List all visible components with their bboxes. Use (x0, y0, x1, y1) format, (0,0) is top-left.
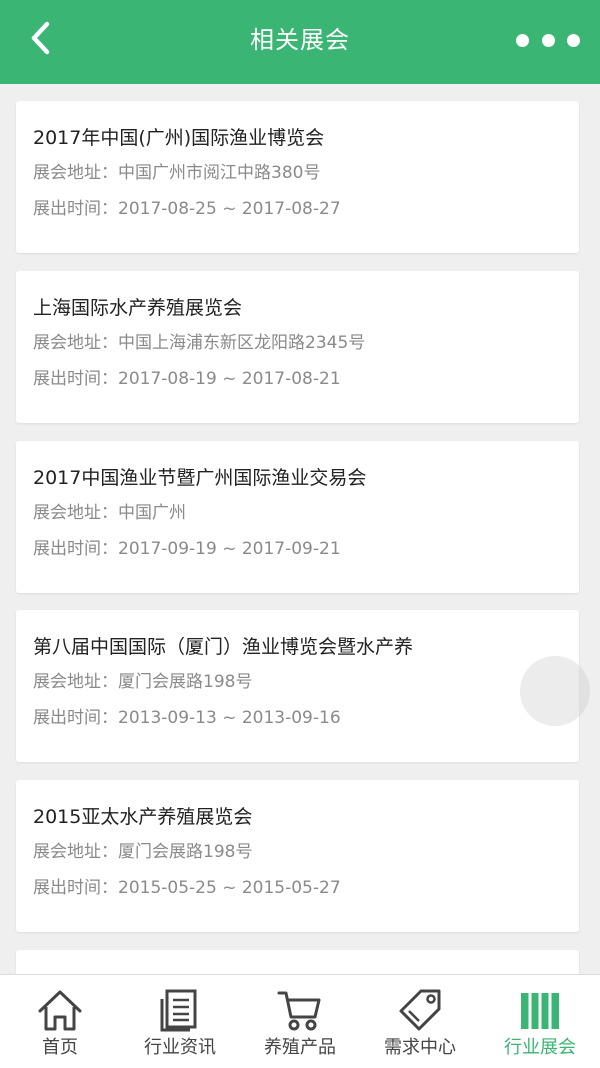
exhibition-address: 展会地址：中国广州 (33, 503, 186, 523)
exhibition-title: 第八届中国国际（厦门）渔业博览会暨水产养 (33, 636, 414, 658)
tab-label: 需求中心 (384, 1037, 456, 1058)
tag-icon (399, 989, 441, 1031)
more-dot-icon (516, 33, 529, 47)
exhibition-card[interactable]: 2015亚太水产养殖展览会 展会地址：厦门会展路198号 展出时间：2015-0… (16, 780, 579, 932)
exhibition-address: 展会地址：中国广州市阅江中路380号 (33, 163, 321, 183)
exhibition-time: 展出时间：2017-08-19 ~ 2017-08-21 (33, 369, 341, 389)
exhibition-address: 展会地址：厦门会展路198号 (33, 672, 253, 692)
exhibition-address: 展会地址：中国上海浦东新区龙阳路2345号 (33, 333, 366, 353)
tab-demand[interactable]: 需求中心 (360, 975, 480, 1068)
tab-label: 首页 (42, 1037, 78, 1058)
exhibition-icon (521, 993, 559, 1029)
floating-assist-button[interactable] (520, 656, 590, 726)
tab-label: 行业展会 (504, 1037, 576, 1058)
exhibition-time: 展出时间：2013-09-13 ~ 2013-09-16 (33, 708, 341, 728)
tab-label: 养殖产品 (264, 1037, 336, 1058)
tab-exhibition[interactable]: 行业展会 (480, 975, 600, 1068)
page-title: 相关展会 (250, 26, 350, 54)
exhibition-time: 展出时间：2015-05-25 ~ 2015-05-27 (33, 878, 341, 898)
exhibition-title: 2017年中国(广州)国际渔业博览会 (33, 127, 325, 149)
cart-icon (277, 991, 321, 1031)
exhibition-title: 2015亚太水产养殖展览会 (33, 806, 253, 828)
exhibition-card[interactable]: 第八届中国国际（厦门）渔业博览会暨水产养 展会地址：厦门会展路198号 展出时间… (16, 610, 579, 762)
more-dot-icon (567, 33, 580, 47)
tab-news[interactable]: 行业资讯 (120, 975, 240, 1068)
chevron-left-icon (31, 21, 50, 55)
exhibition-time: 展出时间：2017-08-25 ~ 2017-08-27 (33, 199, 341, 219)
bottom-tab-bar: 首页 行业资讯 养殖产品 需求中心 行业展会 (0, 974, 600, 1068)
exhibition-card[interactable]: 上海国际水产养殖展览会 展会地址：中国上海浦东新区龙阳路2345号 展出时间：2… (16, 271, 579, 423)
exhibition-address: 展会地址：厦门会展路198号 (33, 842, 253, 862)
exhibition-title: 2017中国渔业节暨广州国际渔业交易会 (33, 467, 367, 489)
exhibition-card[interactable]: 2017年中国(广州)国际渔业博览会 展会地址：中国广州市阅江中路380号 展出… (16, 101, 579, 253)
more-dot-icon (541, 33, 555, 47)
exhibition-card-partial[interactable] (16, 950, 579, 974)
exhibition-time: 展出时间：2017-09-19 ~ 2017-09-21 (33, 539, 341, 559)
tab-products[interactable]: 养殖产品 (240, 975, 360, 1068)
exhibition-list[interactable]: 2017年中国(广州)国际渔业博览会 展会地址：中国广州市阅江中路380号 展出… (0, 84, 600, 974)
tab-home[interactable]: 首页 (0, 975, 120, 1068)
tab-label: 行业资讯 (144, 1037, 216, 1058)
back-button[interactable] (18, 16, 62, 60)
exhibition-card[interactable]: 2017中国渔业节暨广州国际渔业交易会 展会地址：中国广州 展出时间：2017-… (16, 441, 579, 593)
exhibition-title: 上海国际水产养殖展览会 (33, 297, 243, 319)
more-button[interactable] (516, 22, 580, 58)
home-icon (38, 990, 82, 1031)
header-bar: 相关展会 (0, 0, 600, 84)
news-icon (160, 989, 197, 1032)
